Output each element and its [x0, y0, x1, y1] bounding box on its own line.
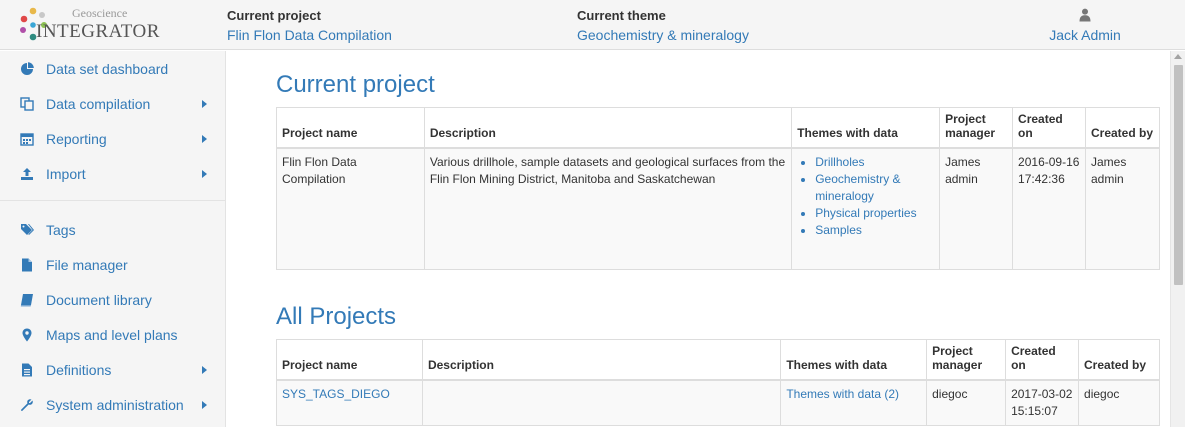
project-name-cell: SYS_TAGS_DIEGO	[276, 379, 423, 426]
scrollbar-thumb[interactable]	[1174, 65, 1183, 285]
description-cell	[421, 379, 782, 426]
sidebar-item-data-compilation[interactable]: Data compilation	[0, 87, 226, 122]
chevron-right-icon	[202, 170, 207, 178]
map-marker-icon	[22, 328, 32, 342]
current-project-heading: Current project	[276, 71, 435, 98]
user-menu[interactable]: Jack Admin	[1020, 8, 1150, 43]
themes-cell: Drillholes Geochemistry & mineralogy Phy…	[791, 147, 941, 270]
column-header: Themes with data	[791, 107, 941, 149]
calendar-icon	[20, 133, 34, 146]
current-theme-link[interactable]: Geochemistry & mineralogy	[577, 27, 749, 43]
sidebar-divider	[0, 200, 226, 201]
table-header-row: Project name Description Themes with dat…	[276, 107, 1160, 149]
created-by-cell: diegoc	[1078, 379, 1160, 426]
copy-icon	[20, 97, 34, 111]
sidebar-item-label: Tags	[46, 222, 76, 238]
sidebar-item-system-administration[interactable]: System administration	[0, 388, 226, 423]
sidebar-item-data-set-dashboard[interactable]: Data set dashboard	[0, 52, 226, 87]
wrench-icon	[21, 399, 33, 411]
theme-link-physical-properties[interactable]: Physical properties	[815, 205, 934, 222]
vertical-scrollbar[interactable]	[1170, 51, 1185, 427]
table-row: Flin Flon Data Compilation Various drill…	[276, 147, 1160, 270]
sidebar-item-label: Data set dashboard	[46, 61, 169, 77]
current-project-block: Current project Flin Flon Data Compilati…	[227, 8, 392, 43]
created-on-cell: 2016-09-16 17:42:36	[1012, 147, 1086, 270]
column-header: Project name	[276, 339, 423, 381]
sidebar-item-label: Maps and level plans	[46, 327, 178, 343]
sidebar: Data set dashboard Data compilation Repo…	[0, 51, 226, 427]
top-header: Geoscience INTEGRATOR Current project Fl…	[0, 0, 1185, 50]
manager-cell: James admin	[939, 147, 1014, 270]
manager-cell: diegoc	[926, 379, 1007, 426]
sidebar-item-label: Definitions	[46, 362, 112, 378]
user-name: Jack Admin	[1049, 27, 1121, 43]
themes-with-data-link[interactable]: Themes with data (2)	[786, 387, 899, 401]
chevron-right-icon	[202, 366, 207, 374]
column-header: Description	[421, 339, 782, 381]
tags-icon	[21, 224, 34, 235]
column-header: Project manager	[926, 339, 1007, 381]
theme-link-samples[interactable]: Samples	[815, 222, 934, 239]
app-logo[interactable]: Geoscience INTEGRATOR	[18, 6, 159, 46]
sidebar-item-definitions[interactable]: Definitions	[0, 353, 226, 388]
chevron-right-icon	[202, 100, 207, 108]
theme-link-drillholes[interactable]: Drillholes	[815, 154, 934, 171]
current-theme-label: Current theme	[577, 8, 666, 23]
sidebar-item-label: File manager	[46, 257, 128, 273]
table-row: SYS_TAGS_DIEGO Themes with data (2) dieg…	[276, 379, 1160, 426]
theme-link-geochemistry[interactable]: Geochemistry & mineralogy	[815, 171, 934, 205]
sidebar-item-document-library[interactable]: Document library	[0, 283, 226, 318]
column-header: Created on	[1005, 339, 1080, 381]
created-on-cell: 2017-03-02 15:15:07	[1005, 379, 1080, 426]
sidebar-item-tags[interactable]: Tags	[0, 213, 226, 248]
column-header: Created on	[1012, 107, 1086, 149]
sidebar-item-label: Document library	[46, 292, 152, 308]
themes-cell: Themes with data (2)	[780, 379, 928, 426]
column-header: Project manager	[939, 107, 1014, 149]
column-header: Description	[423, 107, 793, 149]
created-by-cell: James admin	[1085, 147, 1160, 270]
project-name-cell: Flin Flon Data Compilation	[276, 147, 425, 270]
logo-subtitle: Geoscience	[72, 6, 128, 20]
sidebar-item-file-manager[interactable]: File manager	[0, 248, 226, 283]
column-header: Created by	[1085, 107, 1160, 149]
column-header: Project name	[276, 107, 425, 149]
column-header: Created by	[1078, 339, 1160, 381]
main-content: Current project Project name Description…	[227, 51, 1170, 427]
chevron-right-icon	[202, 135, 207, 143]
file-icon	[22, 258, 32, 272]
current-project-label: Current project	[227, 8, 321, 23]
book-icon	[20, 294, 33, 307]
sidebar-item-import[interactable]: Import	[0, 157, 226, 192]
all-projects-table: Project name Description Themes with dat…	[276, 339, 1160, 426]
file-text-icon	[22, 363, 32, 377]
sidebar-item-label: System administration	[46, 397, 184, 413]
sidebar-item-reporting[interactable]: Reporting	[0, 122, 226, 157]
current-theme-block: Current theme Geochemistry & mineralogy	[577, 8, 749, 43]
pie-chart-icon	[21, 62, 34, 75]
sidebar-item-label: Import	[46, 166, 86, 182]
upload-icon	[21, 168, 33, 180]
sidebar-item-label: Reporting	[46, 131, 107, 147]
all-projects-heading: All Projects	[276, 303, 397, 330]
table-header-row: Project name Description Themes with dat…	[276, 339, 1160, 381]
chevron-right-icon	[202, 401, 207, 409]
project-link[interactable]: SYS_TAGS_DIEGO	[282, 387, 390, 401]
current-project-table: Project name Description Themes with dat…	[276, 107, 1160, 270]
current-project-link[interactable]: Flin Flon Data Compilation	[227, 27, 392, 43]
description-cell: Various drillhole, sample datasets and g…	[423, 147, 793, 270]
sidebar-item-maps-and-level-plans[interactable]: Maps and level plans	[0, 318, 226, 353]
user-icon	[1079, 8, 1091, 22]
column-header: Themes with data	[780, 339, 928, 381]
themes-list: Drillholes Geochemistry & mineralogy Phy…	[815, 154, 934, 239]
scroll-up-arrow-icon[interactable]	[1174, 54, 1182, 59]
sidebar-item-label: Data compilation	[46, 96, 151, 112]
